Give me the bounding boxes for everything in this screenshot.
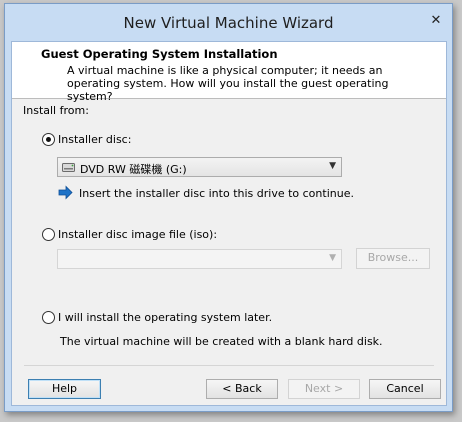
iso-radio[interactable] — [42, 228, 55, 241]
next-button[interactable]: Next > — [288, 379, 360, 399]
install-later-description: The virtual machine will be created with… — [60, 335, 383, 348]
page-description: A virtual machine is like a physical com… — [67, 64, 389, 103]
insert-disc-info: Insert the installer disc into this driv… — [79, 187, 354, 200]
dvd-drive-icon — [62, 163, 75, 172]
footer-divider — [24, 365, 434, 366]
help-button[interactable]: Help — [28, 379, 101, 399]
browse-button[interactable]: Browse... — [356, 248, 430, 269]
installer-disc-radio[interactable] — [42, 133, 55, 146]
back-button[interactable]: < Back — [206, 379, 278, 399]
chevron-down-icon: ▼ — [329, 253, 336, 263]
window-title: New Virtual Machine Wizard — [123, 14, 334, 32]
chevron-down-icon: ▼ — [329, 161, 336, 171]
drive-select-value: DVD RW 磁碟機 (G:) — [80, 163, 187, 176]
cancel-button[interactable]: Cancel — [369, 379, 441, 399]
close-button[interactable]: ✕ — [425, 11, 447, 31]
page-title: Guest Operating System Installation — [41, 47, 278, 61]
wizard-body: Guest Operating System Installation A vi… — [11, 41, 447, 406]
install-from-label: Install from: — [23, 104, 89, 117]
wizard-window: New Virtual Machine Wizard ✕ Guest Opera… — [4, 3, 453, 412]
wizard-header: Guest Operating System Installation A vi… — [12, 42, 446, 103]
install-later-label[interactable]: I will install the operating system late… — [58, 311, 272, 324]
installer-disc-label[interactable]: Installer disc: — [58, 133, 131, 146]
title-bar[interactable]: New Virtual Machine Wizard ✕ — [5, 4, 452, 41]
drive-select[interactable]: DVD RW 磁碟機 (G:) ▼ — [57, 157, 342, 177]
install-later-radio[interactable] — [42, 311, 55, 324]
arrow-right-icon — [58, 185, 73, 200]
close-icon: ✕ — [430, 13, 442, 28]
iso-path-combo[interactable]: ▼ — [57, 249, 342, 269]
iso-label[interactable]: Installer disc image file (iso): — [58, 228, 217, 241]
